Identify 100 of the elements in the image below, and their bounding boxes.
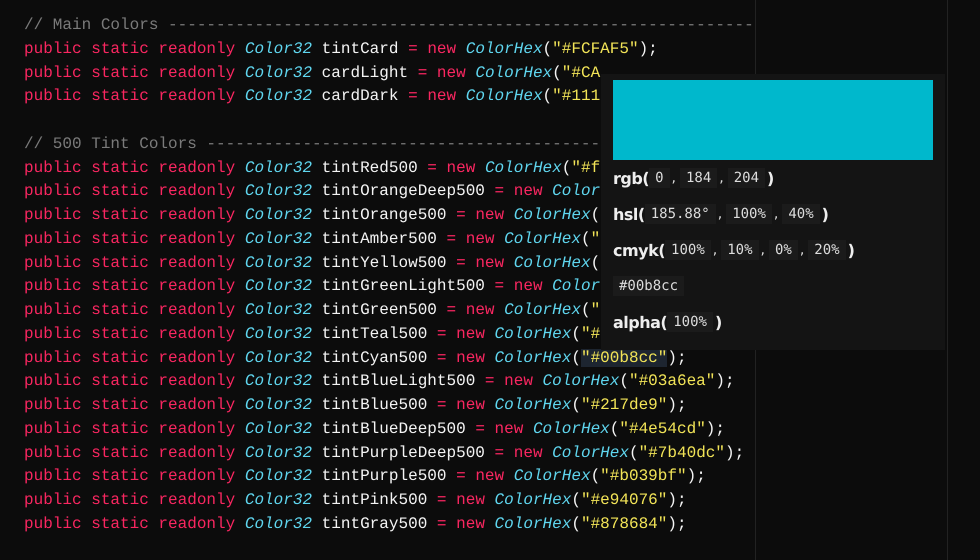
string-literal: "#4e54cd"	[619, 420, 706, 438]
value-chip: 40%	[782, 204, 820, 224]
type-name: ColorHex	[542, 372, 620, 390]
punctuation: );	[667, 491, 687, 509]
keyword-text: public static readonly	[24, 158, 236, 176]
keyword-text: public static readonly	[24, 182, 236, 200]
value-chip: 0%	[768, 240, 798, 260]
type-name: ColorHex	[484, 158, 562, 176]
type-name: ColorHex	[494, 514, 572, 533]
keyword-text: new	[466, 301, 495, 319]
function-label: hsl(	[613, 204, 645, 224]
identifier: tintYellow500	[322, 254, 446, 272]
value-chip: 100%	[726, 204, 772, 224]
type-name: Color32	[244, 301, 312, 319]
type-name: Color32	[244, 182, 312, 200]
separator-text: ,	[719, 170, 724, 186]
type-name: Color32	[244, 206, 312, 224]
type-name: Color32	[244, 444, 312, 462]
value-chip: #00b8cc	[613, 276, 684, 296]
operator: =	[456, 254, 466, 272]
punctuation: (	[590, 254, 600, 272]
keyword-text: public static readonly	[24, 40, 236, 58]
value-chip: 204	[728, 168, 766, 188]
identifier: cardLight	[322, 64, 408, 82]
keyword-text: new	[456, 324, 485, 343]
type-name: Color32	[244, 158, 312, 176]
punctuation: (	[542, 87, 552, 106]
type-name: ColorHex	[494, 491, 572, 509]
operator: =	[475, 420, 485, 438]
separator-text: ,	[672, 170, 676, 186]
function-label: alpha(	[613, 312, 668, 332]
operator: =	[427, 158, 437, 176]
string-literal: "	[590, 230, 600, 248]
operator: =	[436, 348, 447, 366]
string-literal: "#f	[571, 158, 600, 176]
string-literal: "#00b8cc"	[580, 348, 668, 366]
operator: =	[456, 467, 466, 486]
operator: =	[494, 277, 504, 296]
type-name: ColorHex	[532, 420, 610, 438]
type-name: Color32	[244, 467, 312, 486]
identifier: tintPurple500	[322, 467, 446, 486]
operator: =	[494, 182, 504, 200]
keyword-text: new	[436, 64, 466, 82]
separator-text: ,	[712, 242, 718, 258]
identifier: tintGreen500	[322, 301, 437, 319]
keyword-text: public static readonly	[24, 64, 236, 82]
closing-paren: )	[848, 240, 854, 260]
type-name: ColorHex	[466, 40, 543, 58]
type-name: ColorHex	[514, 254, 591, 272]
identifier: tintPurpleDeep500	[322, 444, 485, 462]
string-literal: "#CA	[562, 64, 600, 82]
operator: =	[456, 206, 466, 224]
type-name: ColorHex	[552, 444, 629, 462]
keyword-text: new	[466, 230, 495, 248]
punctuation: (	[552, 64, 562, 82]
identifier: tintCard	[322, 40, 398, 58]
type-name: Color32	[244, 277, 312, 296]
keyword-text: public static readonly	[24, 396, 236, 414]
type-name: Color32	[244, 64, 312, 82]
string-literal: "#111	[552, 87, 600, 106]
identifier: tintGreenLight500	[322, 277, 485, 296]
identifier: tintBlueLight500	[322, 372, 476, 390]
value-chip: 100%	[667, 312, 713, 332]
identifier: tintCyan500	[322, 348, 428, 366]
punctuation: );	[686, 467, 706, 486]
type-name: Color32	[244, 514, 312, 533]
identifier: tintOrangeDeep500	[322, 182, 485, 200]
keyword-text: new	[456, 491, 485, 509]
code-comment: // 500 Tint Colors -----------------------------------------	[24, 134, 600, 153]
punctuation: (	[590, 467, 600, 486]
string-literal: "#e94076"	[580, 491, 668, 509]
identifier: cardDark	[322, 87, 398, 106]
punctuation: (	[571, 348, 581, 366]
code-comment: // Main Colors -------------------------------------------------------------	[24, 16, 754, 34]
string-literal: "#878684"	[580, 514, 668, 533]
keyword-text: public static readonly	[24, 372, 236, 390]
punctuation: );	[725, 444, 744, 462]
operator: =	[408, 40, 418, 58]
identifier: tintOrange500	[322, 206, 446, 224]
operator: =	[484, 372, 495, 390]
identifier: tintBlueDeep500	[322, 420, 466, 438]
closing-paren: )	[767, 168, 774, 188]
function-label: rgb(	[613, 168, 650, 188]
type-name: ColorHex	[514, 467, 591, 486]
operator: =	[494, 444, 504, 462]
closing-paren: )	[714, 312, 722, 332]
keyword-text: public static readonly	[24, 254, 236, 272]
keyword-text: public static readonly	[24, 348, 236, 366]
punctuation: (	[580, 230, 591, 248]
type-name: Color	[552, 182, 600, 200]
type-name: Color32	[244, 372, 312, 390]
keyword-text: public static readonly	[24, 301, 236, 319]
keyword-text: public static readonly	[24, 420, 236, 438]
punctuation: );	[667, 396, 687, 414]
string-literal: "#7b40dc"	[638, 444, 725, 462]
identifier: tintAmber500	[322, 230, 437, 248]
operator: =	[436, 396, 447, 414]
keyword-text: new	[514, 182, 543, 200]
type-name: ColorHex	[494, 348, 572, 366]
type-name: ColorHex	[475, 64, 552, 82]
